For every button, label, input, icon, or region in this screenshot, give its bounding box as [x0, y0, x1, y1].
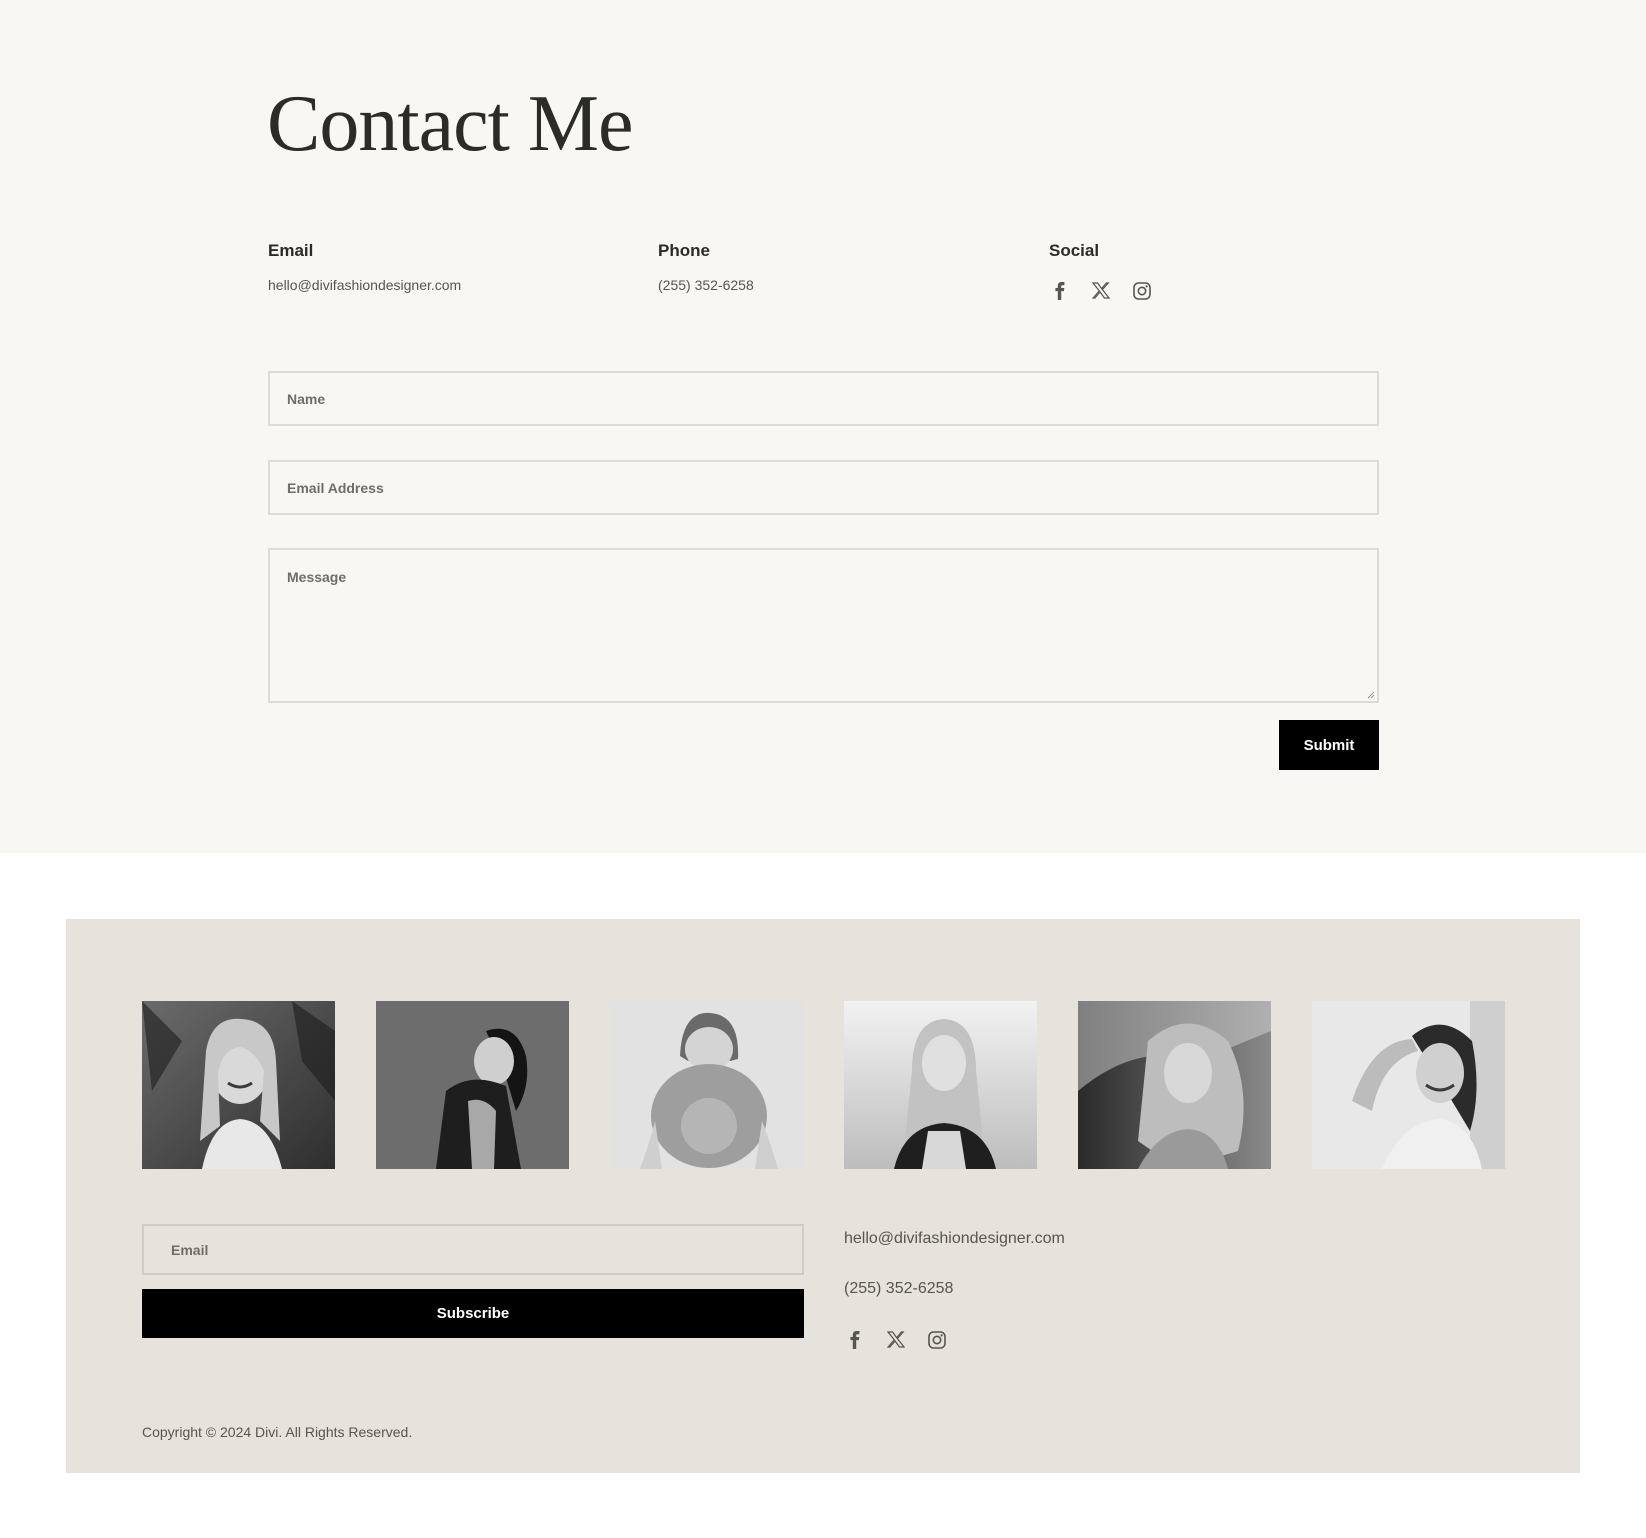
subscribe-button[interactable]: Subscribe [142, 1289, 804, 1338]
email-info: Email hello@divifashiondesigner.com [268, 240, 461, 294]
x-icon[interactable] [885, 1329, 906, 1350]
name-placeholder: Name [287, 391, 326, 407]
copyright-text: Copyright © 2024 Divi. All Rights Reserv… [142, 1424, 413, 1440]
gallery-photo-1[interactable] [142, 1001, 335, 1169]
newsletter-email-placeholder: Email [171, 1242, 209, 1258]
footer-email[interactable]: hello@divifashiondesigner.com [844, 1229, 1065, 1249]
instagram-icon[interactable] [926, 1329, 947, 1350]
phone-value[interactable]: (255) 352-6258 [658, 276, 754, 294]
facebook-icon[interactable] [844, 1329, 865, 1350]
photo-gallery [142, 1001, 1505, 1169]
gallery-photo-3[interactable] [610, 1001, 803, 1169]
phone-heading: Phone [658, 241, 710, 260]
contact-section: Contact Me Email hello@divifashiondesign… [0, 0, 1646, 853]
message-placeholder: Message [287, 569, 347, 585]
footer-contact: hello@divifashiondesigner.com (255) 352-… [844, 1229, 1065, 1350]
email-address-input[interactable]: Email Address [268, 460, 1379, 515]
footer: Email Subscribe hello@divifashiondesigne… [66, 919, 1580, 1473]
name-input[interactable]: Name [268, 371, 1379, 426]
social-heading: Social [1049, 241, 1100, 260]
x-icon[interactable] [1090, 280, 1111, 301]
instagram-icon[interactable] [1131, 280, 1152, 301]
submit-button[interactable]: Submit [1279, 720, 1379, 770]
resize-handle-icon[interactable] [1367, 691, 1375, 699]
email-heading: Email [268, 241, 314, 260]
phone-info: Phone (255) 352-6258 [658, 240, 754, 294]
email-value[interactable]: hello@divifashiondesigner.com [268, 276, 461, 294]
footer-phone[interactable]: (255) 352-6258 [844, 1279, 1065, 1299]
email-address-placeholder: Email Address [287, 480, 384, 496]
social-links [1049, 280, 1152, 301]
page-title: Contact Me [267, 80, 633, 168]
social-info: Social [1049, 240, 1152, 301]
gallery-photo-5[interactable] [1078, 1001, 1271, 1169]
facebook-icon[interactable] [1049, 280, 1070, 301]
gallery-photo-2[interactable] [376, 1001, 569, 1169]
footer-social-links [844, 1329, 1065, 1350]
gallery-photo-6[interactable] [1312, 1001, 1505, 1169]
gallery-photo-4[interactable] [844, 1001, 1037, 1169]
newsletter-email-input[interactable]: Email [142, 1224, 804, 1275]
message-textarea[interactable]: Message [268, 548, 1379, 703]
